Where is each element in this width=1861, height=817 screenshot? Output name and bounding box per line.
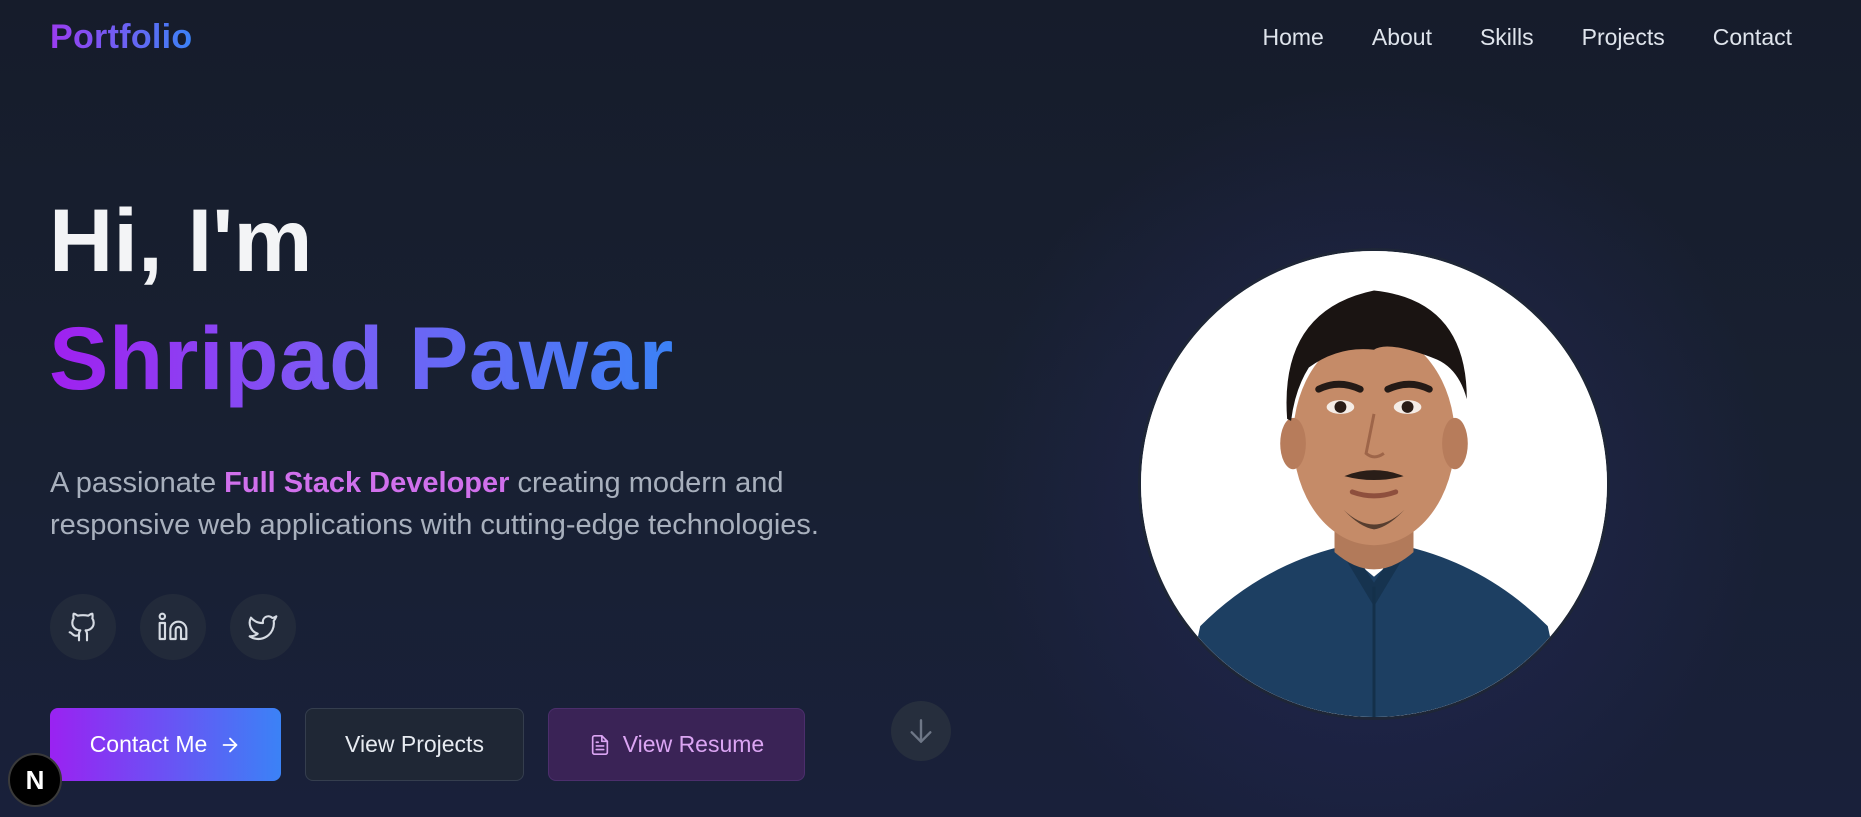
nextjs-badge[interactable]: N [8, 753, 62, 807]
document-icon [591, 734, 608, 755]
linkedin-icon [158, 612, 188, 641]
view-resume-button[interactable]: View Resume [548, 708, 805, 781]
nav-about[interactable]: About [1372, 24, 1432, 51]
social-links [50, 594, 296, 660]
linkedin-link[interactable] [140, 594, 206, 660]
hero-greeting: Hi, I'm [49, 190, 313, 290]
view-projects-button[interactable]: View Projects [305, 708, 524, 781]
nav-home[interactable]: Home [1263, 24, 1324, 51]
scroll-down-button[interactable] [891, 701, 951, 761]
contact-me-button[interactable]: Contact Me [50, 708, 281, 781]
view-resume-label: View Resume [622, 731, 765, 757]
github-icon [68, 612, 95, 642]
hero-name: Shripad Pawar [49, 308, 674, 408]
hero-tagline: A passionate Full Stack Developer creati… [50, 462, 870, 546]
github-link[interactable] [50, 594, 116, 660]
twitter-link[interactable] [230, 594, 296, 660]
profile-portrait [1141, 251, 1607, 717]
tagline-prefix: A passionate [50, 467, 225, 499]
view-projects-label: View Projects [345, 731, 484, 757]
logo[interactable]: Portfolio [50, 18, 192, 57]
twitter-icon [248, 615, 278, 641]
page: Portfolio Home About Skills Projects Con… [0, 0, 1861, 817]
profile-photo [1138, 248, 1610, 720]
tagline-highlight: Full Stack Developer [224, 467, 510, 499]
arrow-right-icon [222, 737, 238, 752]
contact-me-label: Contact Me [89, 731, 208, 757]
arrow-down-icon [910, 719, 932, 743]
nav-skills[interactable]: Skills [1480, 24, 1534, 51]
nav-contact[interactable]: Contact [1713, 24, 1792, 51]
nav-projects[interactable]: Projects [1582, 24, 1665, 51]
main-nav: Home About Skills Projects Contact [1263, 24, 1793, 51]
